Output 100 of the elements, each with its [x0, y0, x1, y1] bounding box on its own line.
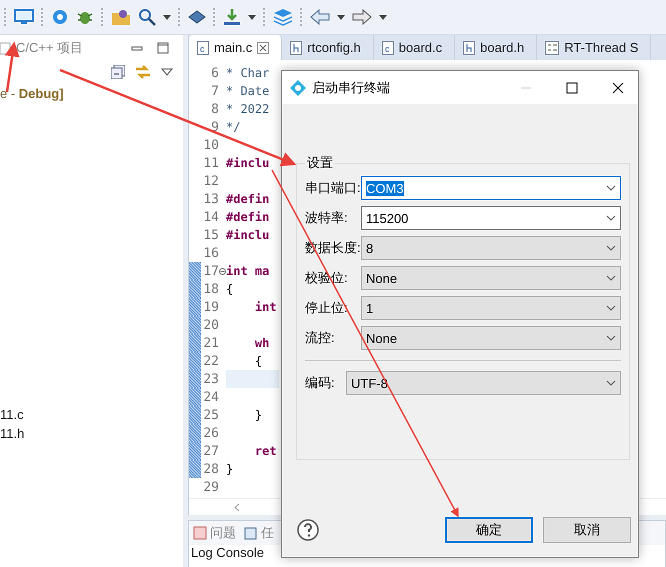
folder-icon[interactable] [111, 8, 131, 26]
chevron-down-icon [606, 305, 616, 311]
dropdown[interactable]: 8 [361, 236, 621, 260]
file-item[interactable]: 11.c [0, 407, 183, 422]
field-label: 校验位: [305, 269, 349, 287]
caret-icon[interactable] [337, 14, 345, 20]
code-text: #defin [226, 210, 270, 224]
settings-file-icon [545, 40, 560, 54]
combo-input[interactable]: COM3 [361, 176, 621, 200]
line-number: 18 [202, 282, 219, 296]
dialog-title: 启动串行终端 [312, 78, 391, 96]
editor-tab[interactable]: rtconfig.h [282, 35, 374, 60]
file-item[interactable]: 11.h [0, 426, 183, 441]
code-text: #defin [226, 192, 270, 206]
h-file-icon [463, 40, 476, 54]
line-number: 27 [202, 444, 219, 458]
field-label: 编码: [305, 374, 336, 392]
line-number: 7 [210, 84, 219, 98]
code-text: wh [254, 336, 270, 350]
c-file-icon: c [382, 40, 394, 54]
line-number: 25 [202, 408, 219, 422]
line-number: 20 [202, 318, 219, 332]
field-label: 串口端口: [305, 179, 361, 197]
maximize-icon[interactable] [566, 82, 578, 94]
dropdown[interactable]: 1 [361, 296, 621, 320]
line-number: 8 [210, 102, 219, 116]
line-number: 26 [202, 426, 219, 440]
tab-label: rtconfig.h [307, 40, 361, 55]
chevron-down-icon [606, 245, 616, 251]
problems-icon[interactable] [193, 526, 207, 540]
code-text: int ma [226, 264, 270, 278]
line-number: 22 [202, 354, 219, 368]
panel-title[interactable]: C/C++ 项目 [16, 38, 84, 56]
code-text: #inclu [226, 228, 270, 242]
tab-label: board.c [398, 40, 442, 55]
chevron-down-icon [606, 335, 616, 341]
tab-label: board.h [480, 40, 524, 55]
line-number: 28 [202, 462, 219, 476]
tasks-icon[interactable] [244, 526, 258, 540]
line-number: 21 [202, 336, 219, 350]
line-number: 24 [202, 390, 219, 404]
line-number: 13 [202, 192, 219, 206]
editor-tab[interactable]: RT-Thread S [537, 35, 652, 60]
console-title: Log Console [190, 545, 265, 560]
fold-icon[interactable] [219, 268, 226, 274]
line-number: 6 [210, 66, 219, 80]
code-text: ret [254, 444, 277, 458]
code-text: * Date [226, 84, 270, 98]
app-logo-icon [290, 80, 306, 96]
help-icon[interactable] [297, 519, 319, 541]
editor-tab[interactable]: c main.c [189, 35, 282, 60]
arrow-right-icon[interactable] [352, 9, 372, 25]
line-number: 16 [202, 246, 219, 260]
code-text: * Char [226, 66, 270, 80]
search-icon[interactable] [138, 8, 156, 26]
project-label[interactable]: e - Debug] [0, 86, 183, 101]
c-file-icon: c [197, 40, 209, 54]
code-text: } [226, 462, 234, 476]
tab-label: main.c [214, 40, 252, 55]
chevron-down-icon [606, 275, 616, 281]
chevron-down-icon [606, 185, 616, 191]
layers-icon[interactable] [273, 8, 293, 26]
editor-tab[interactable]: c board.c [374, 35, 456, 60]
line-number: 12 [202, 174, 219, 188]
view-menu-icon[interactable] [161, 68, 173, 76]
field-label: 波特率: [305, 209, 349, 227]
caret-icon[interactable] [163, 14, 171, 20]
code-text: * 2022 [226, 102, 270, 116]
line-number: 11 [202, 156, 219, 170]
tab-label: RT-Thread S [564, 40, 638, 55]
code-text: { [254, 354, 262, 368]
monitor-icon[interactable] [14, 9, 34, 25]
editor-tab[interactable]: board.h [455, 35, 538, 60]
dropdown[interactable]: UTF-8 [346, 371, 621, 395]
caret-icon[interactable] [248, 14, 256, 20]
caret-icon[interactable] [379, 14, 387, 20]
code-text: #inclu [226, 156, 270, 170]
line-number: 19 [202, 300, 219, 314]
download-icon[interactable] [223, 8, 241, 26]
arrow-left-icon[interactable] [310, 9, 330, 25]
code-text: int [254, 300, 277, 314]
code-text: */ [226, 120, 240, 134]
maximize-icon[interactable] [157, 42, 169, 54]
dropdown[interactable]: None [361, 266, 621, 290]
code-text: { [226, 282, 234, 296]
project-icon [0, 40, 12, 54]
collapse-all-icon[interactable] [111, 65, 125, 79]
line-number: 9 [210, 120, 219, 134]
dropdown[interactable]: None [361, 326, 621, 350]
gear-icon[interactable] [51, 8, 69, 26]
scroll-left-icon[interactable] [234, 502, 240, 512]
field-label: 流控: [305, 329, 336, 347]
line-number: 29 [202, 480, 219, 494]
dialog-button[interactable]: 确定 [445, 517, 533, 543]
line-number: 17 [202, 264, 219, 278]
dialog-button[interactable]: 取消 [543, 517, 631, 543]
close-icon[interactable] [612, 82, 624, 94]
combo-input[interactable]: 115200 [361, 206, 621, 230]
chevron-down-icon [606, 215, 616, 221]
line-number: 15 [202, 228, 219, 242]
